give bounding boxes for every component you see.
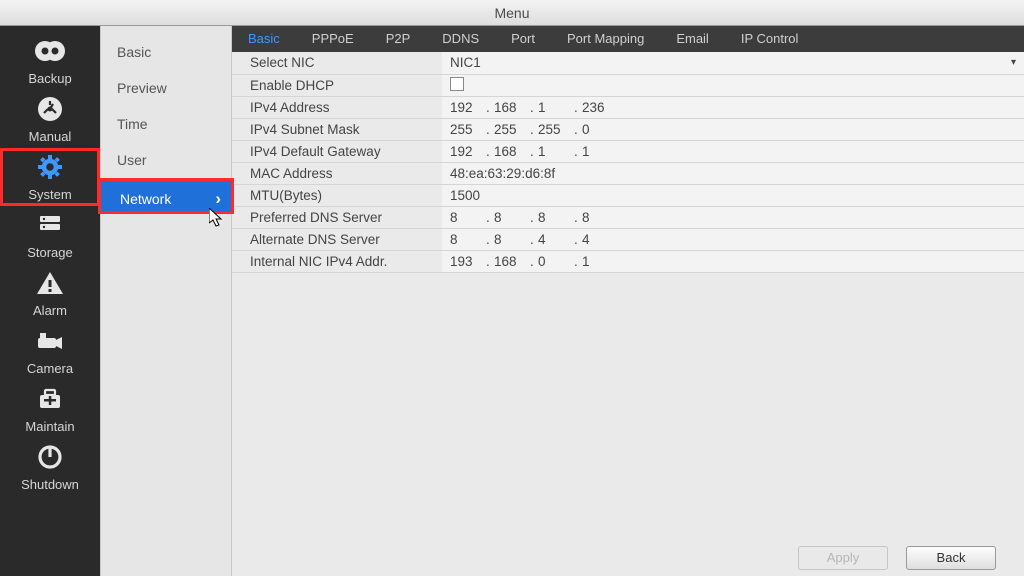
field-value-mac-address[interactable]: 48:ea:63:29:d6:8f: [442, 162, 1024, 184]
tab-ip-control[interactable]: IP Control: [725, 26, 815, 52]
tab-p2p[interactable]: P2P: [370, 26, 427, 52]
manual-icon: [34, 94, 66, 127]
tab-pppoe[interactable]: PPPoE: [296, 26, 370, 52]
field-value-ipv4-address[interactable]: 192.168.1.236: [442, 96, 1024, 118]
nav-label: Shutdown: [21, 477, 79, 492]
storage-icon: [34, 210, 66, 243]
field-label: MAC Address: [232, 162, 442, 184]
tab-port-mapping[interactable]: Port Mapping: [551, 26, 660, 52]
nav-item-manual[interactable]: Manual: [0, 90, 100, 148]
nav-item-storage[interactable]: Storage: [0, 206, 100, 264]
maintain-icon: [34, 384, 66, 417]
nav-item-maintain[interactable]: Maintain: [0, 380, 100, 438]
subnav-item-user[interactable]: User: [101, 142, 231, 178]
checkbox[interactable]: [450, 77, 464, 91]
field-label: IPv4 Address: [232, 96, 442, 118]
subnav-item-preview[interactable]: Preview: [101, 70, 231, 106]
field-label: Select NIC: [232, 52, 442, 74]
field-value-mtu-bytes-[interactable]: 1500: [442, 184, 1024, 206]
camera-icon: [34, 326, 66, 359]
nav-item-alarm[interactable]: Alarm: [0, 264, 100, 322]
shutdown-icon: [34, 442, 66, 475]
field-label: Alternate DNS Server: [232, 228, 442, 250]
nav-item-shutdown[interactable]: Shutdown: [0, 438, 100, 496]
tab-basic[interactable]: Basic: [232, 26, 296, 52]
field-value-internal-nic-ipv4-addr-[interactable]: 193.168.0.1: [442, 250, 1024, 272]
field-label: Preferred DNS Server: [232, 206, 442, 228]
field-value-select-nic[interactable]: NIC1▾: [442, 52, 1024, 74]
nav-item-system[interactable]: System: [0, 148, 100, 206]
sub-nav: BasicPreviewTimeUserNetwork: [100, 26, 232, 576]
field-label: Internal NIC IPv4 Addr.: [232, 250, 442, 272]
tab-port[interactable]: Port: [495, 26, 551, 52]
nav-label: Maintain: [25, 419, 74, 434]
system-icon: [34, 152, 66, 185]
settings-form: Select NICNIC1▾Enable DHCPIPv4 Address19…: [232, 52, 1024, 540]
tab-bar: BasicPPPoEP2PDDNSPortPort MappingEmailIP…: [232, 26, 1024, 52]
field-value-preferred-dns-server[interactable]: 8.8.8.8: [442, 206, 1024, 228]
backup-icon: [34, 36, 66, 69]
field-label: Enable DHCP: [232, 74, 442, 96]
nav-label: Alarm: [33, 303, 67, 318]
field-label: IPv4 Default Gateway: [232, 140, 442, 162]
field-value-enable-dhcp[interactable]: [442, 74, 1024, 96]
subnav-item-basic[interactable]: Basic: [101, 34, 231, 70]
subnav-item-time[interactable]: Time: [101, 106, 231, 142]
field-value-ipv4-subnet-mask[interactable]: 255.255.255.0: [442, 118, 1024, 140]
nav-label: Camera: [27, 361, 73, 376]
subnav-item-network[interactable]: Network: [98, 178, 234, 214]
window-title: Menu: [0, 0, 1024, 26]
chevron-down-icon: ▾: [1011, 57, 1016, 68]
apply-button[interactable]: Apply: [798, 546, 888, 570]
nav-label: Backup: [28, 71, 71, 86]
main-nav: Backup Manual System Storage Alarm Camera Main…: [0, 26, 100, 576]
back-button[interactable]: Back: [906, 546, 996, 570]
field-value-alternate-dns-server[interactable]: 8.8.4.4: [442, 228, 1024, 250]
field-value-ipv4-default-gateway[interactable]: 192.168.1.1: [442, 140, 1024, 162]
alarm-icon: [34, 268, 66, 301]
nav-item-backup[interactable]: Backup: [0, 32, 100, 90]
field-label: MTU(Bytes): [232, 184, 442, 206]
nav-item-camera[interactable]: Camera: [0, 322, 100, 380]
field-label: IPv4 Subnet Mask: [232, 118, 442, 140]
nav-label: Manual: [29, 129, 72, 144]
nav-label: Storage: [27, 245, 73, 260]
tab-ddns[interactable]: DDNS: [426, 26, 495, 52]
tab-email[interactable]: Email: [660, 26, 725, 52]
nav-label: System: [28, 187, 71, 202]
